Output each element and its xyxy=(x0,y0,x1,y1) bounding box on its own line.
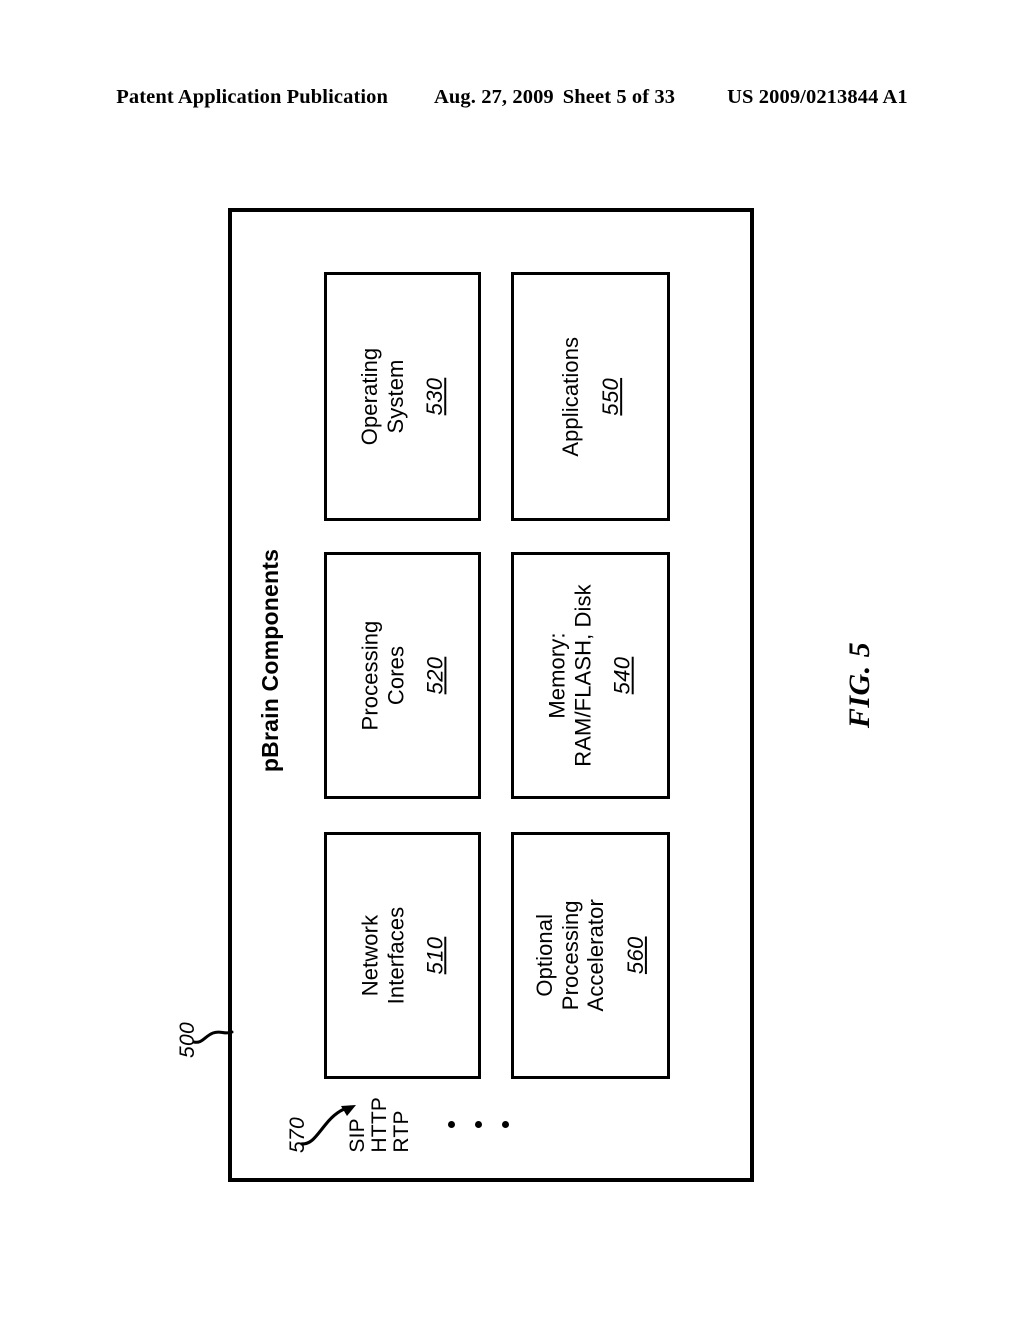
component-label-line-1: Operating xyxy=(356,347,382,446)
component-label: Processing Cores xyxy=(357,621,408,731)
component-reference-numeral: 540 xyxy=(610,656,636,695)
figure-caption: FIG. 5 xyxy=(790,615,930,755)
protocol-ellipsis-dots xyxy=(448,1121,509,1128)
component-label-line-2: Interfaces xyxy=(382,906,408,1005)
component-reference-numeral: 550 xyxy=(597,377,623,416)
component-reference-numeral: 510 xyxy=(422,936,448,975)
component-label-line-2: Cores xyxy=(382,645,408,706)
component-box-optional-processing-accelerator: Optional Processing Accelerator 560 xyxy=(511,832,670,1079)
component-box-network-interfaces: Network Interfaces 510 xyxy=(324,832,481,1079)
component-text-stack: Network Interfaces 510 xyxy=(357,907,448,1005)
ellipsis-dot xyxy=(475,1121,482,1128)
protocol-label-rtp: RTP xyxy=(389,1110,413,1153)
component-label-line-2: Processing xyxy=(557,900,583,1011)
protocol-label-http: HTTP xyxy=(368,1097,392,1153)
component-text-stack: Processing Cores 520 xyxy=(357,621,448,731)
component-box-memory: Memory: RAM/FLASH, Disk 540 xyxy=(511,552,670,799)
component-box-content: Processing Cores 520 xyxy=(327,555,478,796)
component-box-content: Optional Processing Accelerator 560 xyxy=(514,835,667,1076)
component-box-content: Memory: RAM/FLASH, Disk 540 xyxy=(514,555,667,796)
component-label: Network Interfaces xyxy=(357,907,408,1005)
component-box-content: Network Interfaces 510 xyxy=(327,835,478,1076)
component-label: Operating System xyxy=(357,348,408,446)
component-label-line-3: Accelerator xyxy=(583,899,609,1012)
ellipsis-dot xyxy=(502,1121,509,1128)
ellipsis-dot xyxy=(448,1121,455,1128)
component-box-processing-cores: Processing Cores 520 xyxy=(324,552,481,799)
component-text-stack: Operating System 530 xyxy=(357,348,448,446)
figure-5-drawing: pBrain Components Operating System 530 A… xyxy=(0,0,1024,1320)
component-text-stack: Memory: RAM/FLASH, Disk 540 xyxy=(545,584,636,766)
component-text-stack: Optional Processing Accelerator 560 xyxy=(532,899,649,1011)
component-box-content: Operating System 530 xyxy=(327,275,478,518)
component-text-stack: Applications 550 xyxy=(558,337,624,457)
component-label-line-1: Memory: xyxy=(544,632,570,719)
component-box-applications: Applications 550 xyxy=(511,272,670,521)
component-label: Optional Processing Accelerator xyxy=(532,899,609,1011)
component-box-content: Applications 550 xyxy=(514,275,667,518)
component-reference-numeral: 560 xyxy=(622,936,648,975)
component-reference-numeral: 520 xyxy=(422,656,448,695)
component-label: Memory: RAM/FLASH, Disk xyxy=(545,584,596,766)
component-label-line-2: RAM/FLASH, Disk xyxy=(570,584,596,767)
component-box-operating-system: Operating System 530 xyxy=(324,272,481,521)
component-label-line-1: Processing xyxy=(356,620,382,731)
leader-arrow-icon xyxy=(300,1105,356,1146)
component-label-line-2: System xyxy=(382,359,408,434)
component-label-line-1: Optional xyxy=(532,914,558,997)
leader-squiggle-icon xyxy=(192,1030,234,1044)
component-label-line-1: Network xyxy=(356,914,382,997)
component-label: Applications xyxy=(558,337,584,457)
component-label-line-1: Applications xyxy=(557,336,583,457)
pbrain-enclosure xyxy=(228,208,754,1182)
component-reference-numeral: 530 xyxy=(422,377,448,416)
figure-caption-text: FIG. 5 xyxy=(842,641,876,729)
